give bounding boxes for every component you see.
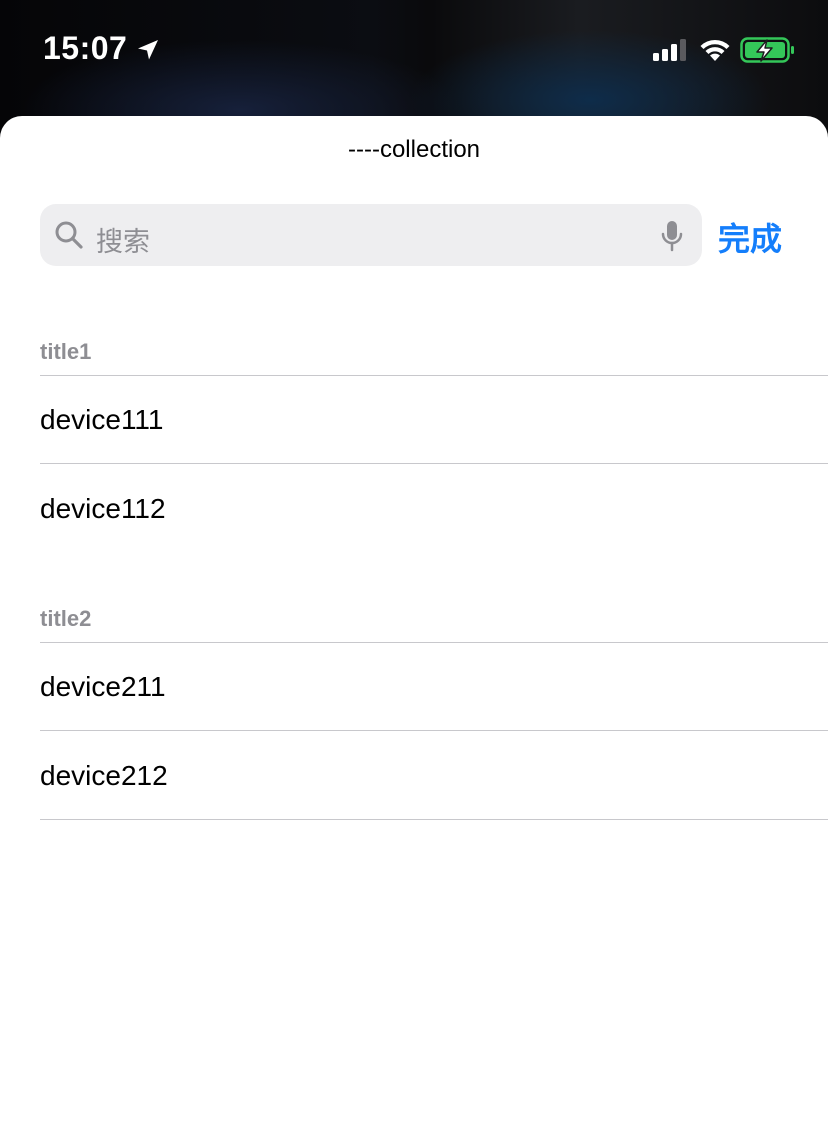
search-placeholder: 搜索 <box>96 227 150 257</box>
search-input[interactable]: 搜索 <box>40 204 702 266</box>
wifi-icon <box>700 39 730 61</box>
separator <box>40 375 828 376</box>
section-header-title1: title1 <box>40 339 92 364</box>
cellular-signal-icon <box>653 39 686 61</box>
section-header-title2: title2 <box>40 606 92 631</box>
separator <box>40 819 828 820</box>
battery-charging-icon <box>740 37 794 63</box>
search-icon <box>55 221 83 249</box>
status-time: 15:07 <box>43 30 128 66</box>
list-item-device111[interactable]: device111 <box>40 404 164 436</box>
collection-sheet: ----collection 搜索 完成 title1 device111 de… <box>0 116 828 1141</box>
list-item-device112[interactable]: device112 <box>40 493 166 525</box>
sheet-title: ----collection <box>347 136 481 163</box>
microphone-icon[interactable] <box>660 219 684 253</box>
list-item-device212[interactable]: device212 <box>40 760 168 792</box>
list-item-device211[interactable]: device211 <box>40 671 166 703</box>
separator <box>40 730 828 731</box>
separator <box>40 642 828 643</box>
done-button[interactable]: 完成 <box>718 214 782 260</box>
separator <box>40 463 828 464</box>
location-arrow-icon <box>138 40 158 60</box>
